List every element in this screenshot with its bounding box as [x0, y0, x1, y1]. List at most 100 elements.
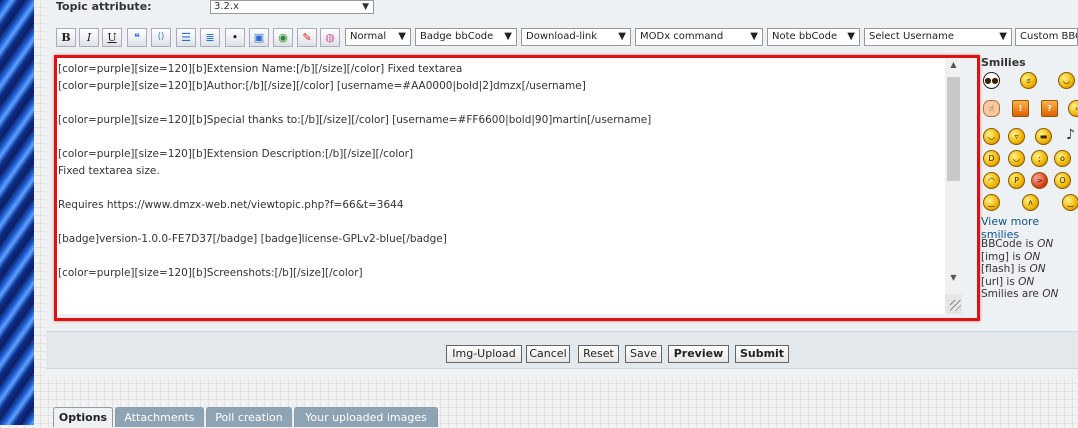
- sad-smiley-icon[interactable]: ◠: [983, 172, 1000, 189]
- eek-smiley-icon[interactable]: O: [1054, 172, 1071, 189]
- thumbs-smiley-icon[interactable]: ☝: [983, 100, 1000, 117]
- editor-line: Requires https://www.dmzx-web.net/viewto…: [58, 199, 404, 211]
- sleepy-smiley-icon[interactable]: ‿: [983, 194, 1000, 211]
- url-status-value: ON: [1018, 275, 1035, 288]
- wave-smiley-icon[interactable]: ◡: [1058, 72, 1075, 89]
- flash-status-value: ON: [1029, 263, 1046, 275]
- modx-command-select-label: MODx command: [640, 31, 724, 42]
- background-decoration: [0, 0, 34, 425]
- question-smiley-icon[interactable]: ?: [1041, 100, 1058, 117]
- badge-bbcode-select-label: Badge bbCode: [420, 31, 494, 42]
- laugh-smiley-icon[interactable]: D: [983, 150, 1000, 167]
- editor-line: [color=purple][size=120][b]Extension Des…: [58, 148, 414, 160]
- bold-button[interactable]: B: [56, 28, 76, 47]
- mad-smiley-icon[interactable]: >: [1031, 172, 1048, 189]
- smilies-status-label: Smilies are: [981, 288, 1043, 300]
- chevron-down-icon: ▼: [750, 31, 758, 42]
- list-item-icon[interactable]: •: [225, 28, 245, 47]
- tab-attachments[interactable]: Attachments: [115, 407, 204, 427]
- scrollbar-thumb[interactable]: [947, 77, 960, 181]
- img-status-value: ON: [1024, 250, 1041, 263]
- badge-bbcode-select[interactable]: Badge bbCode ▼: [415, 28, 517, 46]
- bbcode-status-label: BBCode is: [981, 238, 1038, 250]
- quote-icon[interactable]: ❝: [127, 28, 147, 47]
- tab-uploaded-images[interactable]: Your uploaded images: [294, 407, 438, 427]
- tab-poll-creation[interactable]: Poll creation: [206, 407, 292, 427]
- color-picker-icon[interactable]: ◍: [320, 28, 340, 47]
- editor-line: [color=purple][size=120][b]Special thank…: [58, 114, 652, 126]
- save-button[interactable]: Save: [625, 345, 662, 363]
- music-note-icon[interactable]: ♪: [1062, 128, 1078, 145]
- chevron-down-icon: ▼: [847, 31, 855, 42]
- chevron-down-icon: ▼: [618, 31, 626, 42]
- smile-smiley-icon[interactable]: ◡: [983, 128, 1000, 145]
- custom-bbcode-select[interactable]: Custom BBCo: [1015, 28, 1078, 46]
- topic-attribute-select[interactable]: 3.2.x ▼: [210, 0, 374, 14]
- smilies-status-value: ON: [1042, 288, 1059, 300]
- note-bbcode-select[interactable]: Note bbCode ▼: [767, 28, 860, 46]
- flash-icon[interactable]: ✎: [297, 28, 317, 47]
- underline-button[interactable]: U: [102, 28, 122, 47]
- image-icon[interactable]: ▣: [249, 28, 269, 47]
- wink-smiley-icon[interactable]: ;: [1031, 150, 1048, 167]
- message-textarea[interactable]: [color=purple][size=120][b]Extension Nam…: [57, 58, 945, 314]
- code-icon[interactable]: ⟨⟩: [151, 28, 171, 47]
- submit-button[interactable]: Submit: [735, 345, 789, 363]
- download-link-select[interactable]: Download-link ▼: [521, 28, 631, 46]
- scroll-up-icon[interactable]: ▲: [945, 60, 962, 69]
- topic-attribute-label: Topic attribute:: [56, 0, 152, 13]
- preview-button[interactable]: Preview: [668, 345, 729, 363]
- editor-line: [color=purple][size=120][b]Screenshots:[…: [58, 267, 363, 279]
- chevron-down-icon: ▼: [999, 31, 1007, 42]
- img-status-label: [img] is: [981, 250, 1025, 263]
- font-size-select-label: Normal: [350, 31, 387, 42]
- eyes-smiley-icon[interactable]: ●●: [983, 72, 1000, 89]
- grin-smiley-icon[interactable]: ▿: [1008, 128, 1025, 145]
- resize-grip-icon[interactable]: [950, 300, 961, 311]
- bbcode-status-value: ON: [1037, 238, 1054, 250]
- surprised-smiley-icon[interactable]: o: [1054, 150, 1071, 167]
- scroll-down-icon[interactable]: ▼: [945, 273, 962, 282]
- chevron-down-icon: ▼: [504, 31, 512, 42]
- download-link-select-label: Download-link: [526, 31, 598, 42]
- arrow-smiley-icon[interactable]: ›: [1068, 100, 1078, 117]
- happy-smiley-icon[interactable]: ◡: [1008, 150, 1025, 167]
- modx-command-select[interactable]: MODx command ▼: [635, 28, 763, 46]
- note-bbcode-select-label: Note bbCode: [772, 31, 838, 42]
- select-username-select[interactable]: Select Username ▼: [864, 28, 1012, 46]
- font-size-select[interactable]: Normal ▼: [345, 28, 411, 46]
- select-username-select-label: Select Username: [869, 31, 955, 42]
- tongue-smiley-icon[interactable]: P: [1008, 172, 1025, 189]
- editor-line: [color=purple][size=120][b]Extension Nam…: [58, 63, 463, 75]
- list-icon[interactable]: ☰: [176, 28, 196, 47]
- evil-smiley-icon[interactable]: ʌ: [1022, 194, 1039, 211]
- url-status-label: [url] is: [981, 275, 1019, 288]
- numbered-list-icon[interactable]: ≣: [200, 28, 220, 47]
- chevron-down-icon: ▼: [362, 2, 369, 12]
- editor-line: [color=purple][size=120][b]Author:[/b][/…: [58, 80, 586, 92]
- italic-button[interactable]: I: [79, 28, 99, 47]
- topic-attribute-value: 3.2.x: [214, 1, 239, 12]
- chevron-down-icon: ▼: [398, 31, 406, 42]
- reset-button[interactable]: Reset: [578, 345, 619, 363]
- confused-smiley-icon[interactable]: ಠ: [1020, 72, 1037, 89]
- tab-options[interactable]: Options: [53, 407, 113, 427]
- idea-smiley-icon[interactable]: ‿: [1062, 194, 1078, 211]
- smilies-heading: Smilies: [981, 56, 1026, 69]
- exclamation-smiley-icon[interactable]: !: [1012, 100, 1029, 117]
- img-upload-button[interactable]: Img-Upload: [446, 345, 522, 363]
- custom-bbcode-select-label: Custom BBCo: [1020, 31, 1077, 42]
- bbcode-status: BBCode is ON [img] is ON [flash] is ON […: [981, 238, 1058, 301]
- url-icon[interactable]: ◉: [273, 28, 293, 47]
- editor-line: Fixed textarea size.: [58, 165, 160, 177]
- cool-smiley-icon[interactable]: ▬: [1035, 128, 1052, 145]
- editor-line: [badge]version-1.0.0-FE7D37[/badge] [bad…: [58, 233, 447, 245]
- flash-status-label: [flash] is: [981, 263, 1030, 275]
- editor-scrollbar[interactable]: ▲ ▼: [945, 58, 962, 314]
- cancel-button[interactable]: Cancel: [526, 345, 570, 363]
